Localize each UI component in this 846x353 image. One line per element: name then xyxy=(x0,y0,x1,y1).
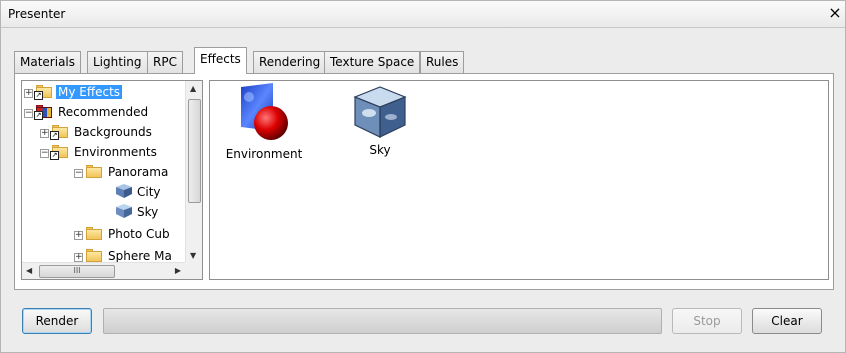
window-title: Presenter xyxy=(8,7,66,21)
folder-icon xyxy=(86,165,103,178)
collapse-icon[interactable]: − xyxy=(40,149,49,158)
folder-icon xyxy=(86,227,103,240)
expand-icon[interactable]: + xyxy=(74,253,83,262)
tab-rpc[interactable]: RPC xyxy=(147,51,183,73)
folder-icon xyxy=(86,249,103,262)
expand-icon[interactable]: + xyxy=(24,89,33,98)
tab-lighting[interactable]: Lighting xyxy=(87,51,148,73)
presenter-window: Presenter × Materials Lighting RPC Effec… xyxy=(0,0,846,353)
tab-rules[interactable]: Rules xyxy=(420,51,465,73)
tree-item-label: Sky xyxy=(137,205,159,219)
scroll-right-icon[interactable]: ▶ xyxy=(175,266,181,275)
tab-rendering[interactable]: Rendering xyxy=(253,51,327,73)
tree-item-environments[interactable]: − ↗ Environments xyxy=(40,143,159,163)
tree-item-label: Backgrounds xyxy=(74,125,152,139)
effect-item-sky[interactable]: Sky xyxy=(330,83,430,157)
recommended-books-icon: ↗ xyxy=(34,105,53,120)
tree-item-my-effects[interactable]: + ↗ My Effects xyxy=(24,83,123,103)
render-button[interactable]: Render xyxy=(22,308,92,334)
tree-item-label: City xyxy=(137,185,161,199)
scroll-down-icon[interactable]: ▼ xyxy=(190,251,196,260)
folder-icon: ↗ xyxy=(34,85,53,100)
sky-cube-icon xyxy=(353,86,407,138)
tree-vertical-scrollbar[interactable]: ▲ ▼ xyxy=(185,81,202,263)
tab-effects[interactable]: Effects xyxy=(194,47,247,74)
tab-texture-space[interactable]: Texture Space xyxy=(324,51,421,73)
close-button[interactable]: × xyxy=(827,4,843,22)
effect-label: Environment xyxy=(225,147,303,161)
tree-item-city[interactable]: City xyxy=(116,183,163,203)
tree-item-label: Sphere Ma xyxy=(108,249,172,263)
title-bar: Presenter × xyxy=(1,1,845,28)
tree-item-label: Environments xyxy=(74,145,157,159)
effect-label: Sky xyxy=(369,143,391,157)
tree-item-recommended[interactable]: − ↗ Recommended xyxy=(24,103,150,123)
scroll-thumb[interactable]: III xyxy=(39,265,115,278)
environment-icon xyxy=(241,83,288,140)
folder-icon: ↗ xyxy=(50,145,69,160)
folder-icon: ↗ xyxy=(50,125,69,140)
render-progress-bar xyxy=(103,308,662,334)
tree-item-label: Recommended xyxy=(58,105,149,119)
effects-content: Environment Sky xyxy=(209,80,829,280)
effect-item-environment[interactable]: Environment xyxy=(214,83,314,161)
tree-item-label: Photo Cub xyxy=(108,227,170,241)
collapse-icon[interactable]: − xyxy=(24,109,33,118)
scroll-left-icon[interactable]: ◀ xyxy=(26,266,32,275)
collapse-icon[interactable]: − xyxy=(74,169,83,178)
expand-icon[interactable]: + xyxy=(40,129,49,138)
tree-item-panorama[interactable]: − Panorama xyxy=(74,163,170,183)
clear-button[interactable]: Clear xyxy=(752,308,822,334)
tree-item-label: My Effects xyxy=(56,85,123,99)
stop-button[interactable]: Stop xyxy=(672,308,742,334)
effects-tree[interactable]: + ↗ My Effects − ↗ Recommended + ↗ Backgrounds… xyxy=(21,80,203,280)
scroll-corner xyxy=(185,262,202,279)
tree-item-backgrounds[interactable]: + ↗ Backgrounds xyxy=(40,123,154,143)
tab-materials[interactable]: Materials xyxy=(14,51,82,73)
scroll-up-icon[interactable]: ▲ xyxy=(190,84,196,93)
expand-icon[interactable]: + xyxy=(74,231,83,240)
effects-panel: + ↗ My Effects − ↗ Recommended + ↗ Backgrounds… xyxy=(14,73,834,290)
tree-item-label: Panorama xyxy=(108,165,169,179)
cube-icon xyxy=(116,184,132,198)
tree-item-photo-cube[interactable]: + Photo Cub xyxy=(74,225,172,245)
tree-item-sky[interactable]: Sky xyxy=(116,203,160,223)
scroll-thumb[interactable] xyxy=(188,99,201,203)
cube-icon xyxy=(116,204,132,218)
tree-horizontal-scrollbar[interactable]: ◀ III ▶ xyxy=(22,262,185,279)
